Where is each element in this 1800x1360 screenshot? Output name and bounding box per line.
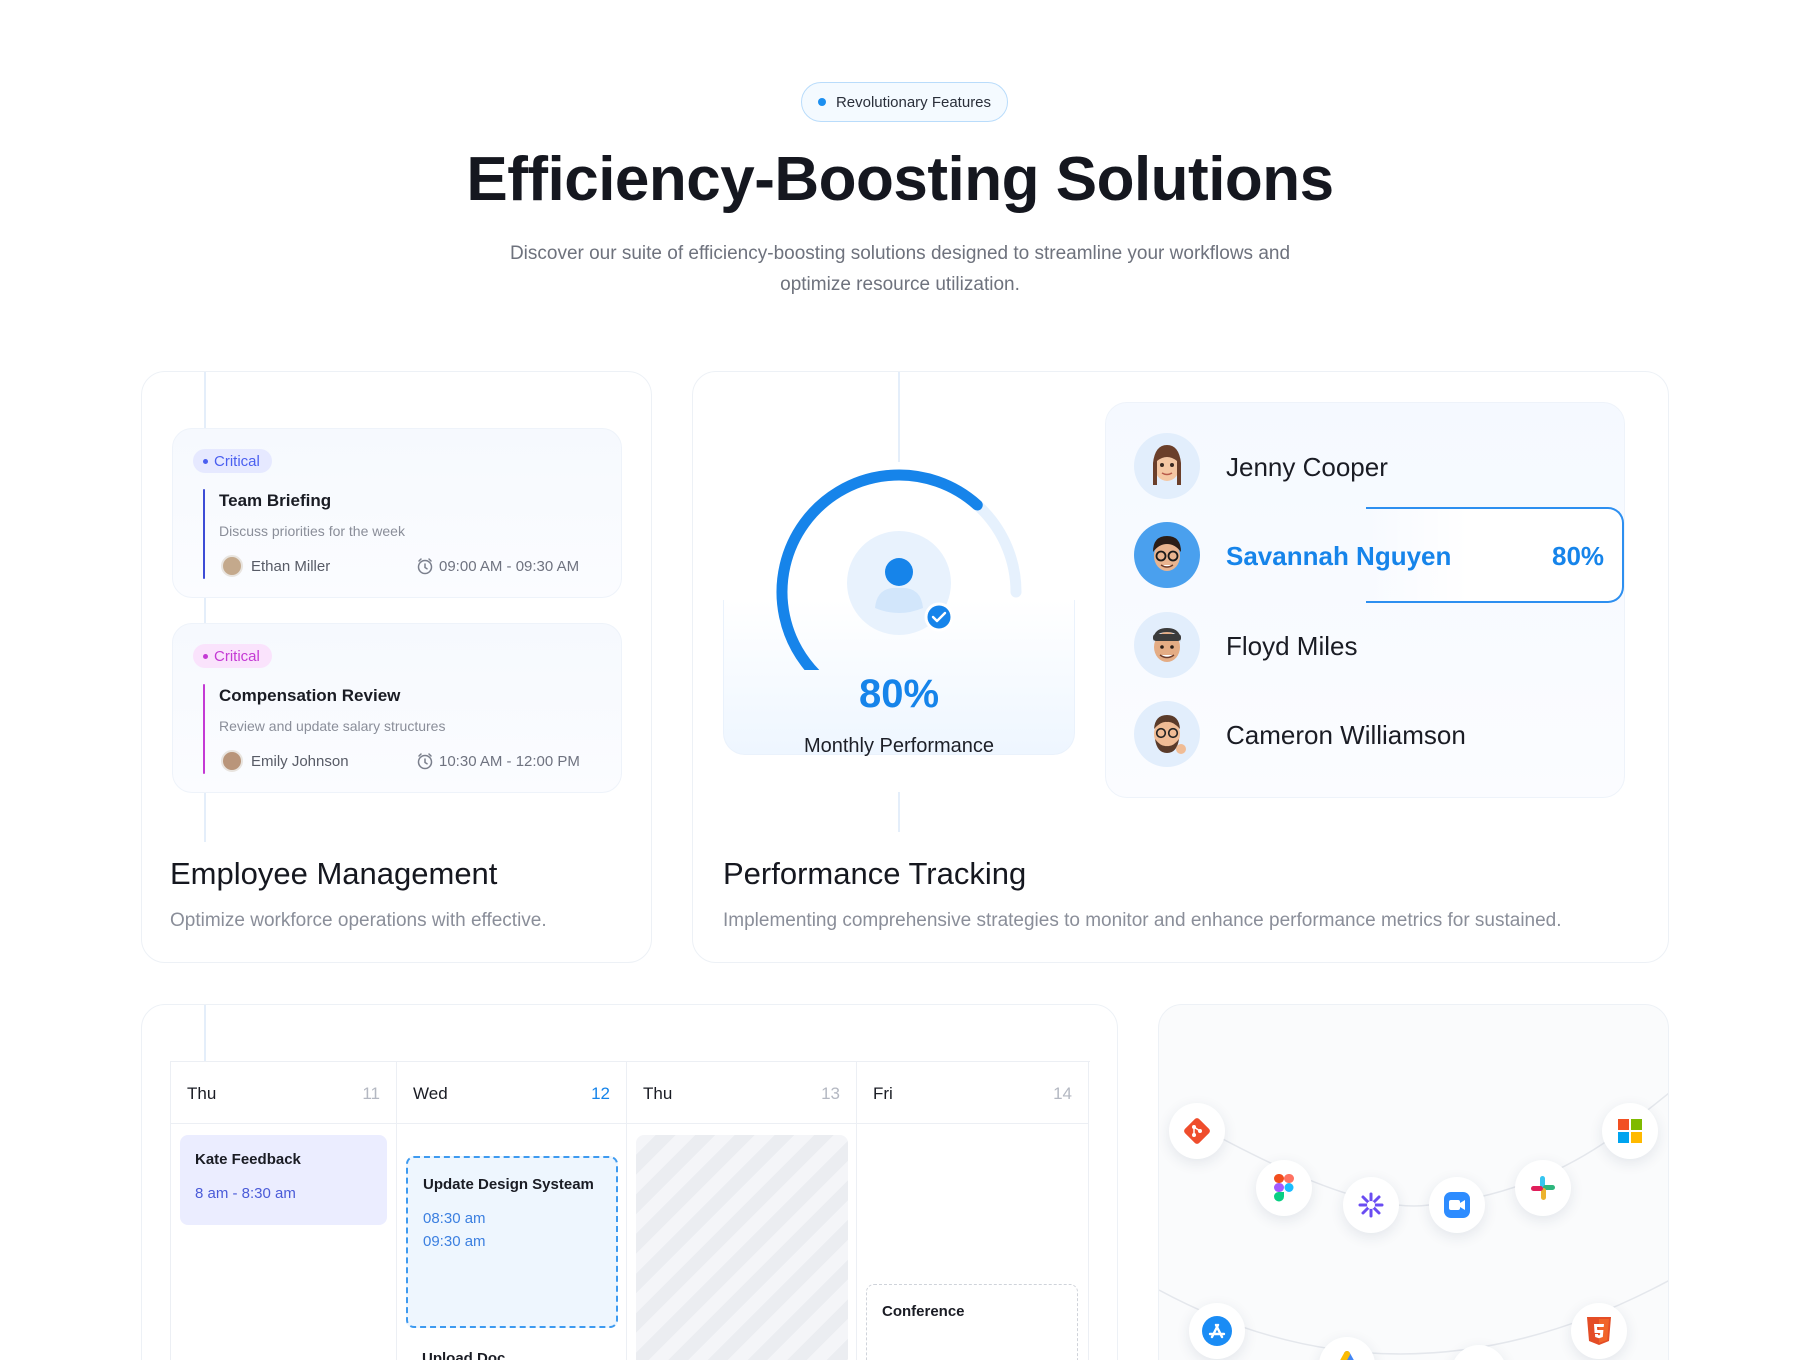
subtitle-line-1: Discover our suite of efficiency-boostin…: [509, 243, 1291, 264]
card-description: Optimize workforce operations with effec…: [170, 910, 547, 931]
person-name: Jenny Cooper: [1226, 452, 1388, 482]
priority-tag: Critical: [193, 644, 272, 668]
performance-gauge: [776, 469, 1022, 670]
event-time: 8 am - 8:30 am: [195, 1185, 296, 1202]
tag-label: Critical: [214, 452, 260, 470]
page-subtitle: Discover our suite of efficiency-boostin…: [450, 238, 1350, 300]
html5-icon[interactable]: [1571, 1303, 1627, 1359]
task-description: Review and update salary structures: [219, 718, 446, 734]
task-description: Discuss priorities for the week: [219, 523, 405, 539]
event-conference[interactable]: Conference: [866, 1284, 1078, 1360]
task-title: Compensation Review: [219, 686, 401, 705]
features-badge: Revolutionary Features: [801, 82, 1008, 122]
employee-management-card: Critical Team Briefing Discuss prioritie…: [141, 371, 652, 963]
column-header: Thu 11: [171, 1062, 396, 1124]
blocked-time-slot: [636, 1135, 848, 1360]
task-time: 09:00 AM - 09:30 AM: [439, 558, 580, 575]
avatar: [1134, 522, 1200, 588]
day-label: Thu: [187, 1084, 217, 1103]
person-name: Savannah Nguyen: [1226, 541, 1452, 571]
card-description: Implementing comprehensive strategies to…: [723, 910, 1562, 931]
app-store-icon[interactable]: [1189, 1303, 1245, 1359]
date-number: 12: [591, 1084, 610, 1103]
git-icon[interactable]: [1169, 1103, 1225, 1159]
connector-line: [898, 372, 900, 462]
asterisk-icon[interactable]: [1343, 1177, 1399, 1233]
badge-label: Revolutionary Features: [835, 93, 992, 111]
memoji-icon: [1153, 445, 1181, 485]
people-list: Jenny Cooper Savannah Nguyen 80% Floyd M…: [1105, 402, 1625, 798]
task-assignee: Ethan Miller: [251, 558, 331, 575]
memoji-icon: [1153, 536, 1181, 571]
task-assignee: Emily Johnson: [251, 753, 349, 770]
avatar: [1134, 701, 1200, 767]
event-title: Conference: [882, 1303, 965, 1320]
day-label: Wed: [413, 1084, 448, 1103]
clock-icon: [417, 753, 433, 770]
avatar: [221, 750, 243, 772]
person-score: 80%: [1552, 541, 1605, 571]
zoom-icon[interactable]: [1429, 1177, 1485, 1233]
column-header: Fri 14: [857, 1062, 1088, 1124]
task-accent-bar: [203, 684, 205, 774]
calendar-grid: Thu 11 Kate Feedback 8 am - 8:30 am Wed …: [170, 1061, 1090, 1360]
calendar-column: Thu 13: [627, 1062, 857, 1360]
clock-icon: [417, 558, 433, 575]
task-accent-bar: [203, 489, 205, 579]
subtitle-line-2: optimize resource utilization.: [780, 274, 1020, 295]
task-card[interactable]: Critical Compensation Review Review and …: [172, 623, 622, 793]
figma-icon[interactable]: [1256, 1160, 1312, 1216]
tag-label: Critical: [214, 647, 260, 665]
card-title: Employee Management: [170, 856, 498, 891]
event-title: Kate Feedback: [195, 1151, 301, 1168]
memoji-icon: [1154, 715, 1186, 754]
gauge-avatar-head: [885, 558, 913, 586]
task-card[interactable]: Critical Team Briefing Discuss prioritie…: [172, 428, 622, 598]
avatar: [1134, 433, 1200, 499]
page-title: Efficiency-Boosting Solutions: [466, 145, 1334, 214]
tag-dot: [203, 653, 208, 659]
task-title: Team Briefing: [219, 491, 332, 510]
check-badge: [924, 602, 954, 632]
memoji-icon: [1153, 628, 1181, 662]
tag-dot: [203, 458, 208, 464]
event-start-time: 08:30 am: [423, 1210, 486, 1227]
event-update-design-system[interactable]: Update Design Systeam 08:30 am 09:30 am: [406, 1156, 618, 1328]
connector-line: [204, 1005, 206, 1061]
badge-dot: [817, 98, 826, 106]
day-label: Fri: [873, 1084, 893, 1103]
slack-icon[interactable]: [1515, 1160, 1571, 1216]
event-title: Update Design Systeam: [423, 1176, 594, 1193]
person-name: Cameron Williamson: [1226, 720, 1466, 750]
calendar-column: Thu 11 Kate Feedback 8 am - 8:30 am: [171, 1062, 397, 1360]
date-number: 14: [1053, 1084, 1072, 1103]
event-end-time: 09:30 am: [423, 1233, 486, 1250]
date-number: 13: [821, 1084, 840, 1103]
column-header: Thu 13: [627, 1062, 856, 1124]
priority-tag: Critical: [193, 449, 272, 473]
column-header: Wed 12: [397, 1062, 626, 1124]
performance-label: Monthly Performance: [803, 735, 995, 757]
calendar-column: Wed 12 Update Design Systeam 08:30 am 09…: [397, 1062, 627, 1360]
task-time: 10:30 AM - 12:00 PM: [439, 753, 580, 770]
event-kate-feedback[interactable]: Kate Feedback 8 am - 8:30 am: [180, 1135, 387, 1225]
connector-line: [898, 792, 900, 832]
performance-percent: 80%: [858, 672, 940, 716]
card-title: Performance Tracking: [723, 856, 1027, 891]
day-label: Thu: [643, 1084, 673, 1103]
event-upload-doc[interactable]: Upload Doc: [422, 1350, 505, 1360]
date-number: 11: [362, 1084, 380, 1103]
calendar-card: Thu 11 Kate Feedback 8 am - 8:30 am Wed …: [141, 1004, 1118, 1360]
avatar: [221, 555, 243, 577]
person-name: Floyd Miles: [1226, 631, 1358, 661]
windows-icon[interactable]: [1602, 1103, 1658, 1159]
avatar: [1134, 612, 1200, 678]
calendar-column: Fri 14 Conference: [857, 1062, 1089, 1360]
performance-tracking-card: 80% Monthly Performance Jenny Cooper Sav…: [692, 371, 1669, 963]
integrations-card: [1158, 1004, 1669, 1360]
